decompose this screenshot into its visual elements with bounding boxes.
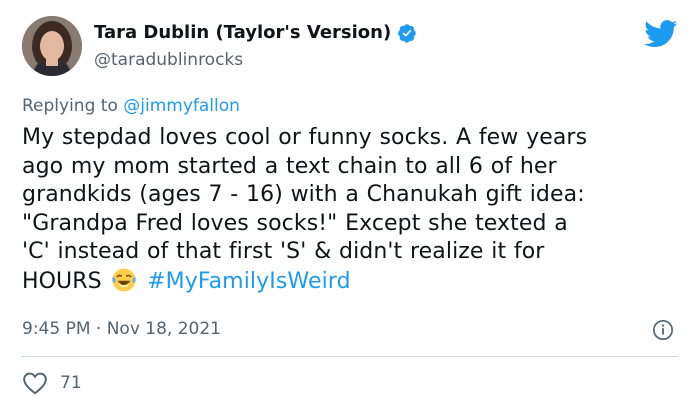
avatar[interactable] (22, 16, 82, 76)
tweet-timestamp[interactable]: 9:45 PM · Nov 18, 2021 (22, 319, 221, 339)
reply-prefix: Replying to (22, 96, 118, 116)
tweet-last-line-text: HOURS (22, 268, 102, 294)
divider (22, 356, 678, 357)
tweet-line: "Grandpa Fred loves socks!" Except she t… (22, 210, 568, 236)
tweet-line: ago my mom started a text chain to all 6… (22, 153, 557, 179)
like-count: 71 (60, 373, 82, 393)
face-with-tears-of-joy-icon (112, 268, 137, 292)
author-row: Tara Dublin (Taylor's Version) (94, 22, 417, 44)
reply-context: Replying to @jimmyfallon (22, 96, 240, 116)
twitter-bird-icon[interactable] (644, 20, 678, 48)
tweet-last-line: HOURS #MyFamilyIsWeird (22, 267, 687, 297)
author-handle[interactable]: @taradublinrocks (94, 50, 243, 70)
author-display-name[interactable]: Tara Dublin (Taylor's Version) (94, 22, 391, 44)
tweet-line: 'C' instead of that first 'S' & didn't r… (22, 239, 545, 265)
tweet-text: My stepdad loves cool or funny socks. A … (22, 124, 687, 297)
info-icon[interactable] (652, 319, 674, 341)
heart-icon[interactable] (22, 371, 48, 395)
verified-badge-icon (398, 24, 416, 43)
tweet-line: grandkids (ages 7 - 16) with a Chanukah … (22, 182, 585, 208)
like-action[interactable]: 71 (22, 371, 82, 395)
hashtag-link[interactable]: #MyFamilyIsWeird (147, 269, 351, 294)
tweet-line: My stepdad loves cool or funny socks. A … (22, 125, 588, 150)
reply-target-link[interactable]: @jimmyfallon (123, 96, 240, 116)
